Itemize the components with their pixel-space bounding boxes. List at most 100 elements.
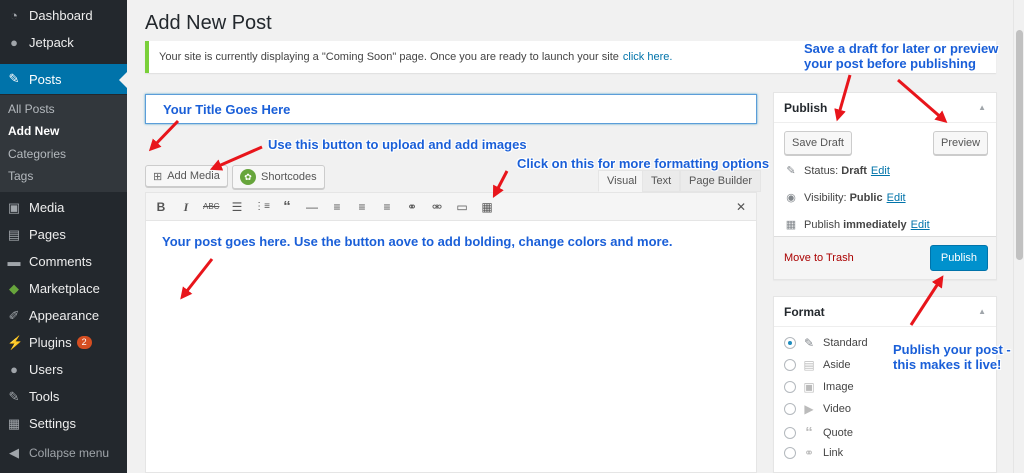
- tab-page-builder[interactable]: Page Builder: [680, 170, 761, 192]
- notice-link[interactable]: click here.: [623, 51, 673, 63]
- read-more-icon[interactable]: ▭: [454, 199, 470, 215]
- tools-icon: ✎: [8, 388, 20, 404]
- sidebar-item-tools[interactable]: ✎ Tools: [0, 383, 127, 410]
- toggle-arrow-icon[interactable]: ▲: [978, 103, 986, 112]
- radio-button[interactable]: [784, 447, 796, 459]
- bullet-list-icon[interactable]: ☰: [229, 199, 245, 215]
- admin-sidebar: ◔ Dashboard ● Jetpack ✎ Posts All Posts …: [0, 0, 127, 473]
- sidebar-item-label: Plugins: [29, 335, 72, 350]
- sidebar-item-comments[interactable]: ▬ Comments: [0, 248, 127, 275]
- visibility-value: Public: [849, 191, 883, 204]
- submenu-categories[interactable]: Categories: [8, 147, 66, 161]
- italic-icon[interactable]: I: [178, 199, 194, 215]
- sidebar-item-dashboard[interactable]: ◔ Dashboard: [0, 2, 127, 29]
- video-icon: ▶: [804, 402, 814, 416]
- preview-button[interactable]: Preview: [933, 131, 989, 155]
- sidebar-item-label: Appearance: [29, 308, 100, 323]
- radio-button[interactable]: [784, 359, 796, 371]
- edit-status-link[interactable]: Edit: [871, 165, 890, 177]
- blockquote-icon[interactable]: “: [279, 199, 295, 215]
- radio-button[interactable]: [784, 403, 796, 415]
- link-icon: ⚭: [803, 446, 815, 460]
- sidebar-item-label: Users: [29, 362, 63, 377]
- shortcodes-icon: ✿: [240, 169, 256, 185]
- format-option-standard[interactable]: ✎ Standard: [784, 336, 868, 350]
- publish-time-value: immediately: [843, 218, 907, 231]
- publish-button[interactable]: Publish: [929, 245, 988, 271]
- editor-toolbar: B I ABC ☰ ⋮≡ “ — ≡ ≡ ≡ ⚭ ⚮ ▭ ▦ ✕: [145, 192, 757, 221]
- sidebar-item-label: Settings: [29, 416, 76, 431]
- calendar-icon: ▦: [785, 219, 797, 231]
- format-option-video[interactable]: ▶ Video: [784, 402, 851, 416]
- sidebar-item-label: Pages: [29, 227, 66, 242]
- annotation-draft-line2: your post before publishing: [804, 56, 976, 71]
- submenu-tags[interactable]: Tags: [8, 169, 33, 183]
- tab-text[interactable]: Text: [642, 170, 681, 192]
- strikethrough-icon[interactable]: ABC: [203, 199, 219, 215]
- annotation-post: Your post goes here. Use the button aove…: [162, 234, 673, 249]
- link-icon[interactable]: ⚭: [404, 199, 420, 215]
- sidebar-item-label: Marketplace: [29, 281, 100, 296]
- fullscreen-icon[interactable]: ✕: [733, 199, 749, 215]
- format-option-link[interactable]: ⚭ Link: [784, 446, 843, 460]
- radio-button[interactable]: [784, 426, 796, 439]
- plugins-icon: ⚡: [7, 334, 24, 350]
- bold-icon[interactable]: B: [153, 199, 169, 215]
- radio-button[interactable]: [784, 381, 796, 393]
- toolbar-toggle-icon[interactable]: ▦: [479, 199, 495, 215]
- post-visibility-row: ◉ Visibility: Public Edit: [784, 191, 906, 205]
- sidebar-item-label: Comments: [29, 254, 92, 269]
- edit-visibility-link[interactable]: Edit: [887, 192, 906, 204]
- collapse-menu-button[interactable]: ◀ Collapse menu: [0, 439, 127, 466]
- sidebar-item-marketplace[interactable]: ◆ Marketplace: [0, 275, 127, 302]
- align-right-icon[interactable]: ≡: [379, 199, 395, 215]
- save-draft-button[interactable]: Save Draft: [784, 131, 852, 155]
- radio-button[interactable]: [784, 337, 796, 349]
- tab-visual[interactable]: Visual: [598, 170, 646, 192]
- publish-actions: Move to Trash Publish: [774, 236, 996, 279]
- sidebar-item-users[interactable]: ● Users: [0, 356, 127, 383]
- align-left-icon[interactable]: ≡: [329, 199, 345, 215]
- pin-icon: ✎: [8, 71, 20, 86]
- shortcodes-button[interactable]: ✿ Shortcodes: [232, 165, 325, 189]
- scrollbar-thumb[interactable]: [1016, 30, 1023, 260]
- marketplace-icon: ◆: [9, 280, 19, 296]
- horizontal-rule-icon[interactable]: —: [304, 199, 320, 215]
- format-option-aside[interactable]: ▤ Aside: [784, 358, 851, 372]
- post-content-editor[interactable]: [145, 221, 757, 473]
- format-box: Format ▲ ✎ Standard ▤ Aside ▣ Image ▶ Vi…: [773, 296, 997, 473]
- move-to-trash-link[interactable]: Move to Trash: [784, 252, 854, 264]
- dashboard-icon: ◔: [10, 7, 18, 23]
- collapse-menu-label: Collapse menu: [29, 445, 110, 460]
- edit-publish-time-link[interactable]: Edit: [911, 219, 930, 231]
- appearance-icon: ✐: [8, 307, 20, 323]
- add-media-button[interactable]: ⊞ Add Media: [145, 165, 228, 187]
- page-scrollbar[interactable]: [1013, 0, 1024, 473]
- submenu-all-posts[interactable]: All Posts: [8, 102, 55, 116]
- toggle-arrow-icon[interactable]: ▲: [978, 307, 986, 316]
- align-center-icon[interactable]: ≡: [354, 199, 370, 215]
- pages-icon: ▤: [7, 226, 21, 242]
- sidebar-item-label: Tools: [29, 389, 60, 404]
- format-option-image[interactable]: ▣ Image: [784, 380, 854, 394]
- publish-time-label: Publish: [804, 218, 841, 231]
- submenu-add-new[interactable]: Add New: [8, 124, 59, 138]
- sidebar-item-media[interactable]: ▣ Media: [0, 194, 127, 221]
- annotation-formatting: Click on this for more formatting option…: [517, 156, 770, 171]
- format-option-label: Image: [823, 381, 854, 393]
- pin-icon: ✎: [786, 165, 796, 177]
- sidebar-item-posts[interactable]: ✎ Posts: [0, 64, 127, 94]
- shortcodes-label: Shortcodes: [261, 171, 317, 183]
- format-option-label: Aside: [823, 359, 851, 371]
- sidebar-item-label: Media: [29, 200, 65, 215]
- sidebar-item-pages[interactable]: ▤ Pages: [0, 221, 127, 248]
- jetpack-icon: ●: [10, 34, 18, 50]
- unlink-icon[interactable]: ⚮: [429, 199, 445, 215]
- sidebar-item-plugins[interactable]: ⚡ Plugins 2: [0, 329, 127, 356]
- format-option-quote[interactable]: “ Quote: [784, 424, 853, 441]
- sidebar-item-settings[interactable]: ▦ Settings: [0, 410, 127, 437]
- sidebar-item-appearance[interactable]: ✐ Appearance: [0, 302, 127, 329]
- numbered-list-icon[interactable]: ⋮≡: [254, 199, 270, 215]
- annotation-publish-line2: this makes it live!: [893, 357, 1002, 372]
- sidebar-item-jetpack[interactable]: ● Jetpack: [0, 29, 127, 56]
